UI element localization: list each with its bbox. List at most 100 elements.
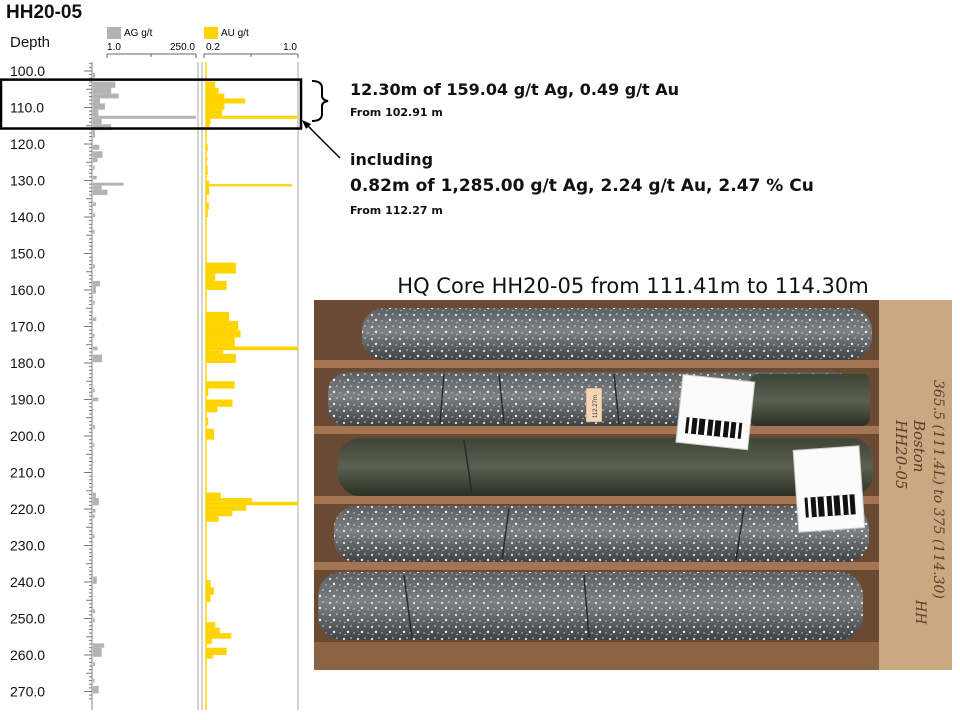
au-bar (206, 115, 298, 119)
core-row-5-texture (318, 572, 863, 640)
au-bar (206, 180, 210, 185)
depth-tick-label: 110.0 (10, 100, 44, 116)
ag-bar (93, 109, 99, 116)
including-grade-text: 0.82m of 1,285.00 g/t Ag, 2.24 g/t Au, 2… (350, 176, 814, 196)
au-scale-max-label: 1.0 (283, 42, 297, 53)
depth-tick-label: 170.0 (10, 319, 45, 335)
box-divider-2 (314, 426, 879, 434)
au-bar (206, 381, 235, 389)
au-bar (206, 428, 215, 440)
ag-bar (93, 175, 97, 180)
au-bar (206, 165, 208, 176)
interval-grade-text: 12.30m of 159.04 g/t Ag, 0.49 g/t Au (350, 80, 680, 99)
box-divider-1 (314, 360, 879, 368)
sample-tag-2 (792, 445, 866, 533)
au-bar (206, 98, 246, 104)
including-label: including (350, 150, 434, 169)
ag-bar (93, 98, 101, 104)
au-bar (206, 337, 235, 347)
au-bar (206, 510, 233, 517)
sample-tag-1 (675, 373, 756, 451)
core-row-1-texture (362, 308, 872, 360)
au-bar (206, 273, 216, 281)
depth-minor-ticks (84, 63, 92, 700)
au-bar (206, 587, 215, 595)
ag-bar (93, 443, 95, 447)
ag-bar (93, 144, 100, 150)
ag-bar (93, 609, 96, 614)
ag-scale-max-label: 250.0 (170, 42, 195, 53)
au-bar (206, 186, 210, 196)
ag-bar (93, 185, 102, 190)
ag-bar (93, 189, 108, 196)
box-divider-4 (314, 562, 879, 570)
depth-tick-label: 260.0 (10, 647, 45, 663)
ag-bar (93, 130, 96, 138)
au-bar (206, 262, 236, 274)
ag-bar (93, 118, 102, 125)
au-bar (206, 311, 229, 322)
ag-bar (93, 264, 96, 269)
drill-log-chart: AG g/t AU g/t 1.0 250.0 0.2 1.0 100.0 110… (0, 27, 303, 710)
ag-bar (93, 397, 99, 402)
interval-bracket (311, 80, 329, 122)
au-bar (206, 109, 223, 116)
ag-bar (93, 662, 96, 666)
au-legend-swatch (204, 27, 218, 39)
au-bar (206, 417, 209, 426)
ag-bar (93, 317, 97, 322)
depth-tick-labels: 100.0 110.0 120.0 130.0 140.0 150.0 160.0 170.0… (10, 63, 45, 700)
ag-bar (93, 300, 95, 305)
au-bar (206, 103, 225, 110)
ag-bar (93, 492, 96, 499)
au-bar (206, 580, 211, 588)
au-series (206, 81, 298, 659)
ag-bar (93, 182, 124, 186)
au-bar (206, 516, 219, 522)
au-bar (206, 638, 212, 645)
au-bar (206, 492, 221, 499)
au-bar (206, 388, 209, 396)
ag-scale-min-label: 1.0 (107, 42, 121, 53)
ag-bar (93, 151, 103, 158)
au-bar (206, 280, 227, 290)
core-row-2-dark-section (750, 374, 870, 426)
ag-bar (93, 498, 99, 506)
core-photo-caption: HQ Core HH20-05 from 111.41m to 114.30m (397, 274, 869, 298)
ag-bar (93, 286, 96, 294)
ag-series (93, 72, 196, 694)
lid-label-2: HH20-05 (892, 419, 910, 489)
including-from-text: From 112.27 m (350, 204, 443, 217)
ag-bar (93, 115, 196, 119)
ag-bar (93, 280, 101, 287)
depth-tick-label: 210.0 (10, 465, 45, 481)
ag-bar (93, 509, 96, 513)
ag-bar (93, 354, 103, 363)
au-scale-min-label: 0.2 (206, 42, 220, 53)
interval-from-text: From 102.91 m (350, 106, 443, 119)
ag-bar (93, 425, 96, 429)
ag-scale-ruler (106, 53, 197, 58)
depth-tick-label: 190.0 (10, 392, 45, 408)
depth-tick-label: 180.0 (10, 355, 45, 371)
depth-marker-tag-text: 112.27m (593, 395, 599, 418)
au-bar (206, 594, 211, 603)
au-bar (206, 118, 211, 125)
depth-tick-label: 200.0 (10, 428, 45, 444)
au-legend-label: AU g/t (221, 28, 249, 39)
depth-tick-label: 120.0 (10, 136, 45, 152)
ag-legend-label: AG g/t (124, 28, 153, 39)
au-bar (206, 209, 208, 217)
au-bar (206, 655, 213, 659)
ag-bar (93, 103, 105, 110)
box-divider-3 (314, 496, 879, 504)
ag-bar (93, 202, 96, 207)
ag-bar (93, 534, 95, 539)
au-bar (206, 330, 241, 338)
depth-tick-label: 220.0 (10, 501, 45, 517)
ag-bar (93, 643, 105, 648)
interval-highlight-box (0, 78, 303, 130)
ag-bar (93, 213, 96, 217)
depth-tick-label: 230.0 (10, 538, 45, 554)
depth-tick-label: 270.0 (10, 684, 45, 700)
